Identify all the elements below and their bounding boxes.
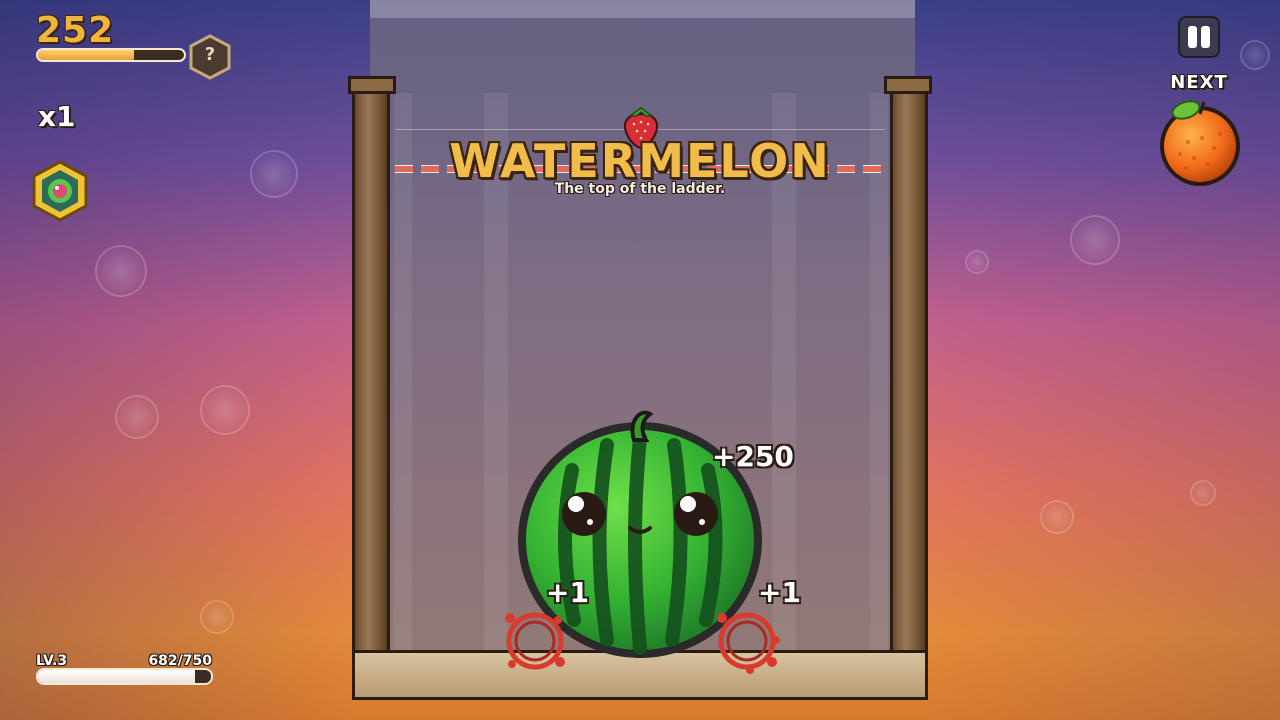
pause-button[interactable] bbox=[1178, 16, 1220, 58]
bokeh-light bbox=[200, 600, 234, 634]
bokeh-light bbox=[200, 385, 250, 435]
fruit-unlocked-subtitle: The top of the ladder. bbox=[554, 181, 726, 197]
play-area-top-band bbox=[370, 0, 915, 18]
pause-icon bbox=[1201, 26, 1210, 48]
merge-burst-effect bbox=[717, 612, 780, 674]
left-wall-cap bbox=[348, 76, 396, 94]
xp-text: 682/750 bbox=[148, 653, 212, 669]
bokeh-light bbox=[965, 250, 989, 274]
bokeh-light bbox=[1070, 215, 1120, 265]
bokeh-light bbox=[250, 150, 298, 198]
bokeh-light bbox=[1040, 500, 1074, 534]
bonus-popup-left: +1 bbox=[546, 576, 589, 609]
right-wall-cap bbox=[884, 76, 932, 94]
xp-progress-fill bbox=[38, 670, 196, 683]
fruit-gem-badge-icon[interactable] bbox=[32, 160, 88, 222]
score-progress-bar bbox=[36, 48, 186, 62]
bokeh-light bbox=[95, 245, 147, 297]
bokeh-light bbox=[1190, 480, 1216, 506]
fruit-unlocked-title: WATERMELON bbox=[449, 134, 831, 188]
xp-progress-bar bbox=[36, 668, 213, 685]
score-counter: 252 bbox=[36, 10, 115, 51]
merge-burst-effect bbox=[505, 612, 565, 670]
bokeh-light bbox=[115, 395, 159, 439]
help-symbol[interactable]: ? bbox=[189, 44, 231, 65]
bokeh-light bbox=[1240, 40, 1270, 70]
pause-icon bbox=[1188, 26, 1197, 48]
bonus-popup-right: +1 bbox=[758, 576, 801, 609]
merge-score-popup: +250 bbox=[712, 440, 794, 473]
next-fruit-orange-icon bbox=[1160, 100, 1240, 186]
level-label: LV.3 bbox=[36, 653, 68, 669]
next-fruit-label: NEXT bbox=[1170, 72, 1228, 93]
combo-multiplier: x1 bbox=[38, 100, 76, 133]
score-progress-fill bbox=[38, 50, 135, 60]
